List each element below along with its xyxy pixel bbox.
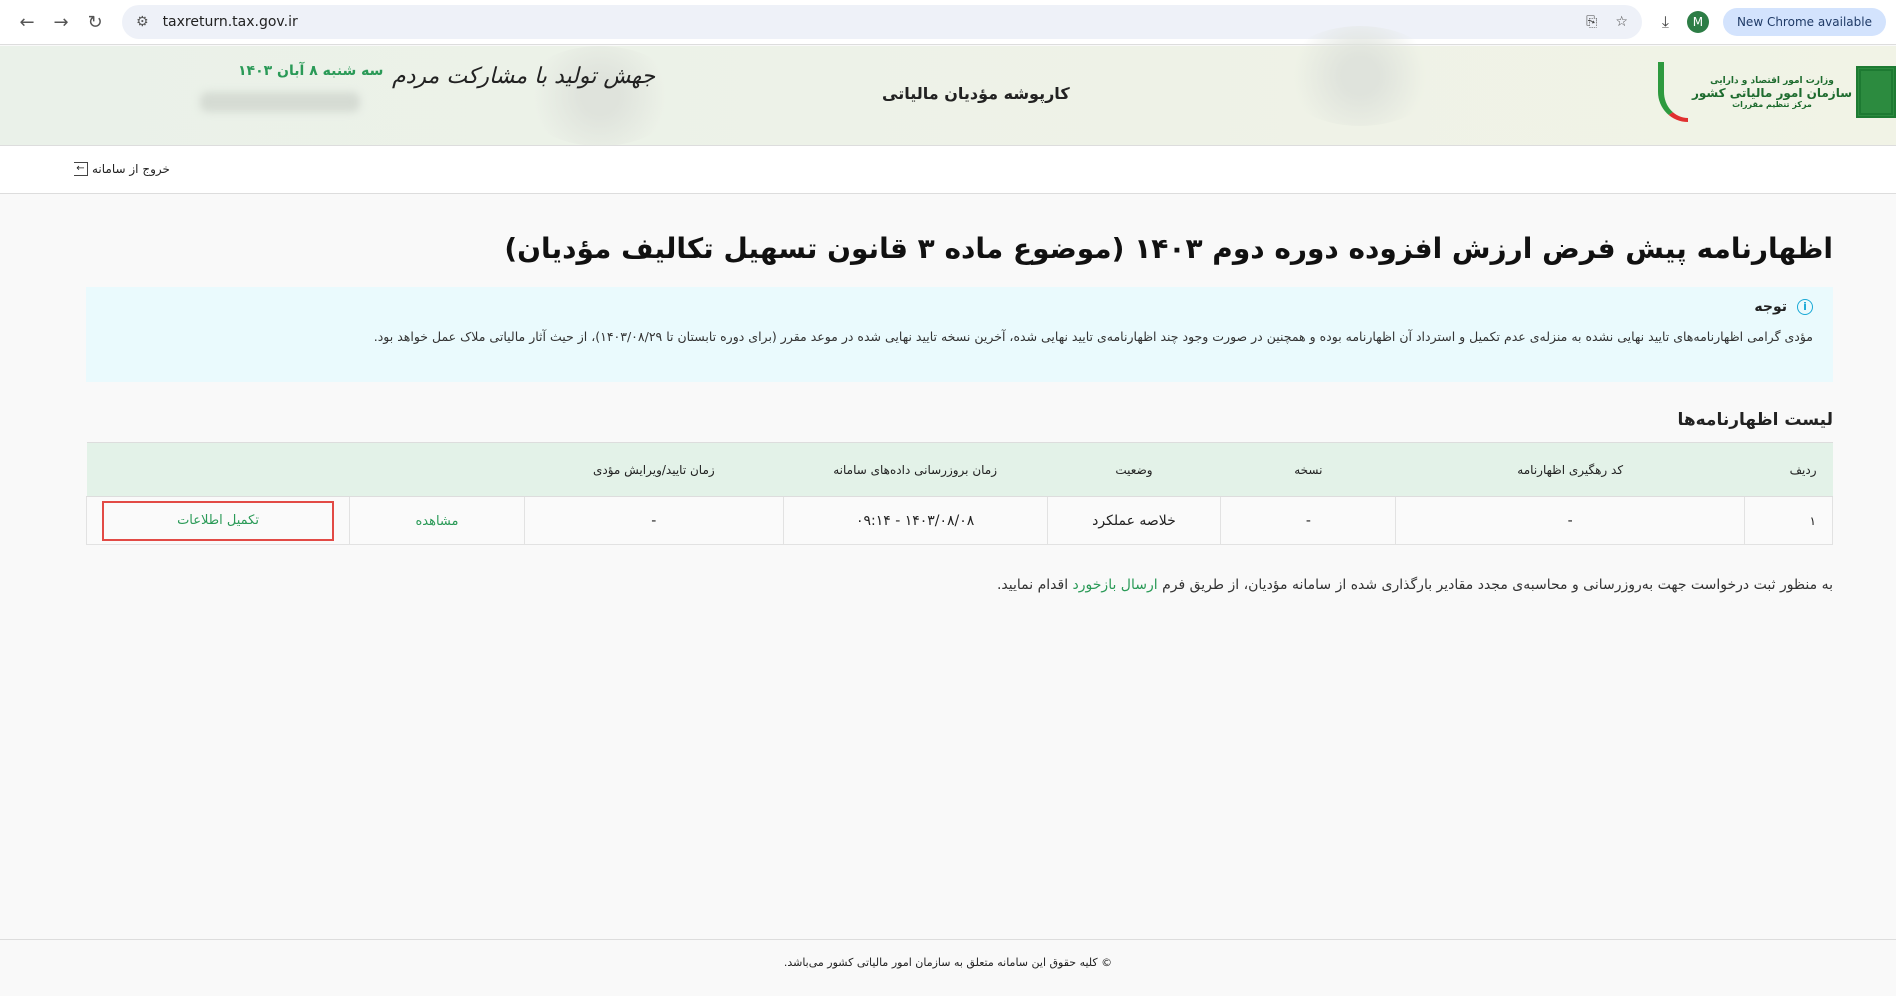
portal-title: کارپوشه مؤدیان مالیاتی <box>882 84 1070 103</box>
copyright: © کلیه حقوق این سامانه متعلق به سازمان ا… <box>783 956 1113 969</box>
ornament <box>1280 26 1440 126</box>
notice-alert: i توجه مؤدی گرامی اظهارنامه‌های تایید نها… <box>86 287 1833 382</box>
col-header: وضعیت <box>1047 442 1221 497</box>
page-title: اظهارنامه پیش فرض ارزش افزوده دوره دوم ۱… <box>504 232 1833 265</box>
url-text: taxreturn.tax.gov.ir <box>162 14 298 30</box>
new-chrome-button[interactable]: New Chrome available <box>1722 8 1886 36</box>
download-icon[interactable]: ⤓ <box>1662 12 1669 32</box>
ornament <box>520 46 680 146</box>
col-header: ردیف <box>1744 442 1833 497</box>
tax-organization-logo: وزارت امور اقتصاد و دارایی سازمان امور م… <box>1657 62 1896 122</box>
slogan: جهش تولید با مشارکت مردم <box>392 64 656 89</box>
user-name-blurred <box>200 92 360 112</box>
feedback-note: به منظور ثبت درخواست جهت به‌روزرسانی و م… <box>86 577 1833 593</box>
view-link[interactable]: مشاهده <box>415 514 458 529</box>
logo-line: مرکز تنظیم مقررات <box>1732 99 1812 109</box>
install-icon[interactable]: ⎘ <box>1586 14 1597 30</box>
site-info-icon[interactable]: ⚙ <box>136 14 149 30</box>
flag-icon <box>1657 62 1688 122</box>
returns-table: ردیف کد رهگیری اظهارنامه نسخه وضعیت زمان… <box>85 442 1833 545</box>
col-header: زمان بروزرسانی داده‌های سامانه <box>783 442 1048 497</box>
alert-title: توجه <box>1754 299 1787 315</box>
logo-line: سازمان امور مالیاتی کشور <box>1691 85 1852 100</box>
logo-line: وزارت امور اقتصاد و دارایی <box>1710 75 1834 86</box>
emblem-icon <box>1856 66 1896 118</box>
col-header: نسخه <box>1220 442 1396 497</box>
complete-info-button[interactable]: تکمیل اطلاعات <box>102 500 335 541</box>
feedback-link[interactable]: ارسال بازخورد <box>1073 577 1158 593</box>
current-date: سه شنبه ۸ آبان ۱۴۰۳ <box>238 63 384 79</box>
col-header: زمان تایید/ویرایش مؤدی <box>524 442 784 497</box>
cell-confirmed: - <box>523 496 784 545</box>
logout-icon: ← <box>74 162 88 176</box>
logout-link[interactable]: خروج از سامانه ← <box>74 162 170 176</box>
forward-icon[interactable]: → <box>44 12 78 33</box>
col-header: کد رهگیری اظهارنامه <box>1395 442 1745 497</box>
info-icon: i <box>1797 299 1813 315</box>
reload-icon[interactable]: ↻ <box>78 12 112 33</box>
note-text: به منظور ثبت درخواست جهت به‌روزرسانی و م… <box>1162 577 1833 593</box>
nav-bar: خروج از سامانه ← <box>0 146 1896 194</box>
main-content: اظهارنامه پیش فرض ارزش افزوده دوره دوم ۱… <box>85 194 1833 593</box>
note-text: اقدام نمایید. <box>996 577 1069 593</box>
table-header: ردیف کد رهگیری اظهارنامه نسخه وضعیت زمان… <box>86 442 1833 497</box>
bookmark-star-icon[interactable]: ☆ <box>1615 14 1628 30</box>
alert-text: مؤدی گرامی اظهارنامه‌های تایید نهایی نشد… <box>373 329 1813 344</box>
cell-status: خلاصه عملکرد <box>1046 496 1222 545</box>
profile-avatar[interactable]: M <box>1686 11 1709 33</box>
logout-label: خروج از سامانه <box>92 162 170 176</box>
browser-toolbar: ← → ↻ ⚙ taxreturn.tax.gov.ir ⎘ ☆ ⤓ M New … <box>0 0 1896 45</box>
cell-version: - <box>1220 496 1397 545</box>
cell-index: ۱ <box>1744 496 1833 545</box>
cell-updated: ۱۴۰۳/۰۸/۰۸ - ۰۹:۱۴ <box>782 496 1048 545</box>
table-row: ۱ - - خلاصه عملکرد ۱۴۰۳/۰۸/۰۸ - ۰۹:۱۴ - … <box>85 496 1833 545</box>
col-header <box>349 442 525 497</box>
site-header: وزارت امور اقتصاد و دارایی سازمان امور م… <box>0 26 1896 146</box>
col-header <box>86 442 350 497</box>
footer: © کلیه حقوق این سامانه متعلق به سازمان ا… <box>0 939 1896 996</box>
list-title: لیست اظهارنامه‌ها <box>1677 410 1833 430</box>
address-bar[interactable]: ⚙ taxreturn.tax.gov.ir ⎘ ☆ <box>122 5 1642 39</box>
back-icon[interactable]: ← <box>10 12 44 33</box>
cell-tracking: - <box>1395 496 1746 545</box>
